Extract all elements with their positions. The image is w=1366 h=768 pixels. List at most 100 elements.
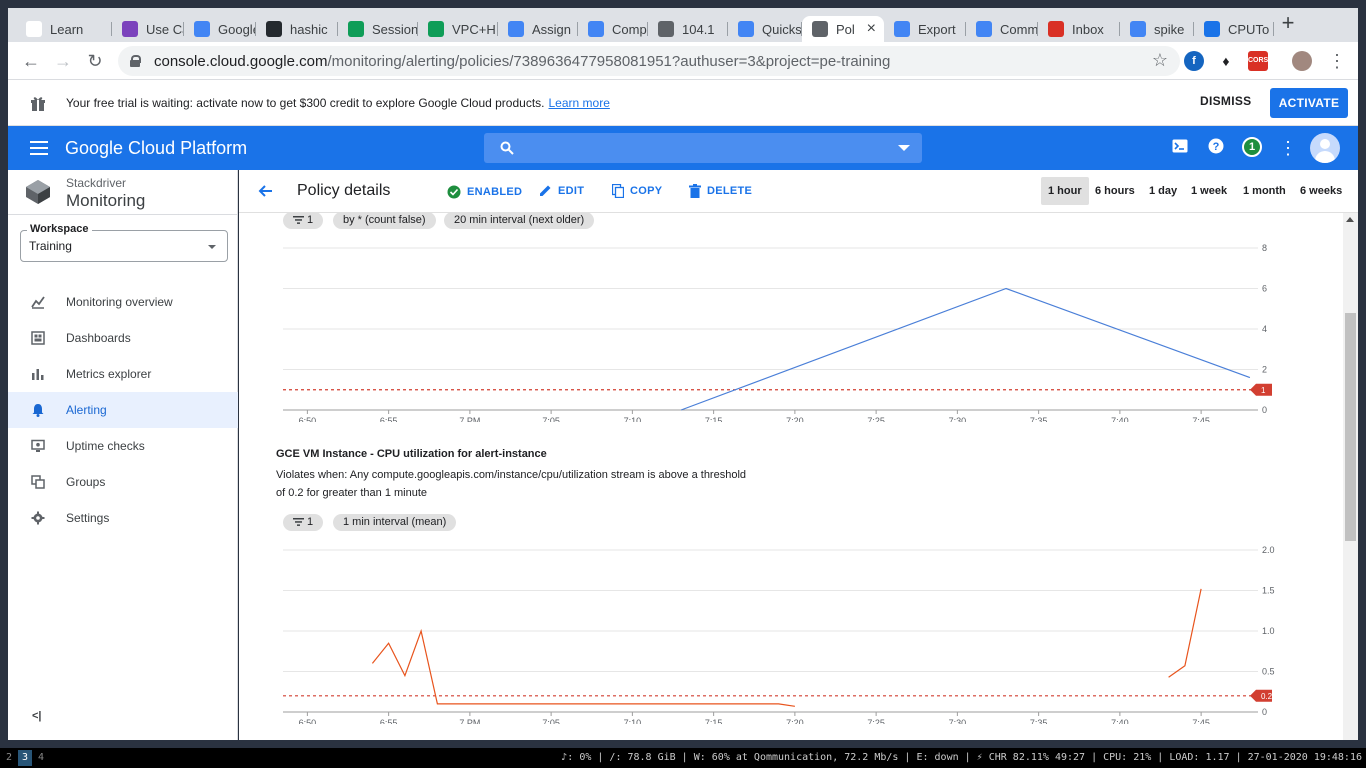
back-icon[interactable]: ←: [20, 50, 42, 72]
search-dropdown-icon[interactable]: [898, 145, 910, 151]
search-icon: [500, 141, 514, 155]
y-tick-label: 2.0: [1262, 545, 1275, 555]
browser-tab[interactable]: Export: [884, 16, 966, 42]
learn-more-link[interactable]: Learn more: [549, 96, 610, 110]
brand-small: Stackdriver: [66, 176, 127, 190]
range-6-weeks[interactable]: 6 weeks: [1293, 177, 1349, 205]
x-tick-label: 7:10: [624, 416, 642, 422]
browser-tab[interactable]: Comm: [966, 16, 1038, 42]
activate-button[interactable]: ACTIVATE: [1270, 88, 1348, 118]
tab-label: Assign: [532, 21, 572, 37]
collapse-sidebar-icon[interactable]: <|: [32, 710, 42, 722]
browser-tab[interactable]: Learn: [16, 16, 112, 42]
drive-icon: [428, 21, 444, 37]
browser-tab[interactable]: CPUTo: [1194, 16, 1274, 42]
sidebar-item-groups[interactable]: Groups: [8, 464, 238, 500]
globe-icon: [658, 21, 674, 37]
dashboard-icon: [31, 331, 45, 345]
info-icon: [1204, 21, 1220, 37]
range-1-month[interactable]: 1 month: [1236, 177, 1293, 205]
sidebar-item-alerting[interactable]: Alerting: [8, 392, 238, 428]
threshold-label: 0.2: [1261, 692, 1273, 701]
tab-label: 104.1: [682, 21, 715, 37]
sidebar-item-metrics-explorer[interactable]: Metrics explorer: [8, 356, 238, 392]
interval-chip[interactable]: 20 min interval (next older): [444, 212, 595, 229]
dismiss-button[interactable]: DISMISS: [1200, 94, 1251, 108]
edit-button[interactable]: EDIT: [539, 184, 584, 197]
notifications-badge[interactable]: 1: [1242, 137, 1262, 157]
workspace-button[interactable]: 2: [2, 750, 16, 766]
browser-tab[interactable]: Google: [184, 16, 256, 42]
interval-chip[interactable]: 1 min interval (mean): [333, 514, 457, 531]
bookmark-star-icon[interactable]: ☆: [1152, 50, 1168, 71]
copy-button[interactable]: COPY: [612, 184, 662, 198]
x-tick-label: 7:30: [949, 416, 967, 422]
enabled-status[interactable]: ENABLED: [447, 185, 522, 199]
browser-tab[interactable]: Comp: [578, 16, 648, 42]
browser-tab[interactable]: 104.1: [648, 16, 728, 42]
sidebar-item-dashboards[interactable]: Dashboards: [8, 320, 238, 356]
more-options-icon[interactable]: ⋮: [1278, 138, 1298, 158]
filter-chip[interactable]: 1: [283, 514, 324, 531]
sidebar-item-settings[interactable]: Settings: [8, 500, 238, 536]
google-icon: [1130, 21, 1146, 37]
drive-icon: [348, 21, 364, 37]
filter-chip[interactable]: 1: [283, 212, 324, 229]
extension-fedora-icon[interactable]: f: [1184, 51, 1204, 71]
close-tab-icon[interactable]: ×: [867, 20, 876, 38]
product-title[interactable]: Google Cloud Platform: [65, 138, 247, 159]
y-tick-label: 0: [1262, 405, 1267, 415]
browser-tab[interactable]: Inbox: [1038, 16, 1120, 42]
range-1-day[interactable]: 1 day: [1142, 177, 1184, 205]
scrollbar-thumb[interactable]: [1345, 313, 1356, 541]
browser-tab[interactable]: Assign: [498, 16, 578, 42]
bar-chart-icon: [32, 369, 44, 380]
reload-icon[interactable]: ↻: [84, 50, 106, 72]
account-avatar[interactable]: [1310, 133, 1340, 163]
forward-icon[interactable]: →: [52, 50, 74, 72]
hamburger-menu-icon[interactable]: [30, 141, 48, 155]
extension-gnome-icon[interactable]: ♦: [1216, 51, 1236, 71]
search-input[interactable]: [484, 133, 922, 163]
address-bar[interactable]: console.cloud.google.com/monitoring/aler…: [118, 46, 1180, 76]
help-icon[interactable]: ?: [1206, 138, 1226, 158]
workspace-select[interactable]: Workspace Training: [20, 223, 228, 262]
x-tick-label: 7 PM: [459, 416, 480, 422]
new-tab-button[interactable]: +: [1276, 10, 1300, 36]
sidebar-item-label: Settings: [66, 511, 110, 525]
gcp-icon: [738, 21, 754, 37]
back-arrow-icon[interactable]: [257, 183, 273, 199]
x-tick-label: 6:55: [380, 718, 398, 724]
trial-banner: Your free trial is waiting: activate now…: [8, 80, 1358, 126]
sidebar-item-uptime-checks[interactable]: Uptime checks: [8, 428, 238, 464]
range-6-hours[interactable]: 6 hours: [1088, 177, 1142, 205]
cloud-shell-icon[interactable]: [1170, 138, 1190, 158]
profile-avatar[interactable]: [1292, 51, 1312, 71]
aggregation-chip[interactable]: by * (count false): [333, 212, 436, 229]
x-tick-label: 7:15: [705, 718, 723, 724]
gitlab-icon: [26, 21, 42, 37]
workspace-button[interactable]: 4: [34, 750, 48, 766]
extension-cors-icon[interactable]: CORS: [1248, 51, 1268, 71]
browser-tab[interactable]: Pol ×: [802, 16, 884, 42]
range-1-week[interactable]: 1 week: [1184, 177, 1234, 205]
browser-tab[interactable]: spike: [1120, 16, 1194, 42]
x-tick-label: 7:25: [867, 718, 885, 724]
delete-button[interactable]: DELETE: [689, 184, 752, 198]
workspace-button[interactable]: 3: [18, 750, 32, 766]
sidebar: Stackdriver Monitoring Workspace Trainin…: [8, 170, 238, 740]
scroll-up-icon[interactable]: [1346, 217, 1354, 222]
browser-tab[interactable]: Quicks: [728, 16, 802, 42]
page-title: Policy details: [297, 182, 391, 199]
tab-label: Google: [218, 21, 256, 37]
browser-tab[interactable]: VPC+H: [418, 16, 498, 42]
sidebar-item-monitoring-overview[interactable]: Monitoring overview: [8, 284, 238, 320]
browser-tab[interactable]: Use Ca: [112, 16, 184, 42]
browser-menu-icon[interactable]: ⋮: [1326, 50, 1348, 72]
browser-tab[interactable]: hashic: [256, 16, 338, 42]
x-tick-label: 6:50: [299, 416, 317, 422]
gcp-app-bar: Google Cloud Platform ? 1 ⋮: [8, 126, 1358, 170]
gift-icon: [31, 97, 45, 111]
browser-tab[interactable]: Session: [338, 16, 418, 42]
range-1-hour[interactable]: 1 hour: [1041, 177, 1089, 205]
